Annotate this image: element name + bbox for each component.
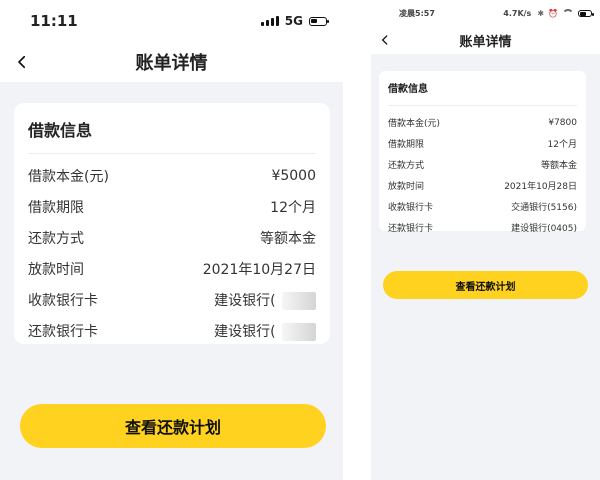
loan-info-card: 借款信息 借款本金(元) ¥5000 借款期限 12个月 还款方式 等额本金 放…: [14, 103, 330, 344]
row-label: 放款时间: [388, 182, 425, 192]
row-label: 借款本金(元): [28, 168, 109, 185]
row-value: 12个月: [547, 140, 577, 150]
back-chevron-svg: [382, 35, 388, 45]
divider: [388, 105, 577, 106]
status-icons: ✱ ⏰: [537, 8, 594, 18]
detail-row: 借款本金(元) ¥7800: [388, 112, 577, 133]
row-value: ¥7800: [548, 117, 577, 128]
redaction-mask: [282, 322, 316, 341]
row-value: 等额本金: [260, 230, 316, 247]
status-bar: 凌晨5:57 4.7K/s ✱ ⏰: [371, 0, 600, 26]
alarm-icon: ⏰: [548, 8, 558, 18]
row-value: 交通银行(5156): [511, 203, 577, 213]
row-label: 借款本金(元): [388, 119, 441, 129]
detail-row: 还款方式 等额本金: [28, 222, 316, 253]
detail-row: 放款时间 2021年10月28日: [388, 175, 577, 196]
view-repayment-plan-button[interactable]: 查看还款计划: [383, 271, 588, 299]
status-bar: 11:11 5G: [0, 0, 343, 42]
page-title: 账单详情: [135, 53, 208, 74]
row-value: 2021年10月28日: [504, 182, 577, 192]
nav-bar: 账单详情: [371, 26, 600, 54]
phone-screen-right: 凌晨5:57 4.7K/s ✱ ⏰ 账单详情 借款信息 借款本金(元) ¥780…: [371, 0, 600, 480]
row-value: 等额本金: [540, 161, 577, 171]
detail-row: 还款银行卡 建设银行(: [28, 315, 316, 346]
card-title: 借款信息: [28, 121, 93, 140]
status-time: 凌晨5:57: [399, 8, 435, 18]
status-right: 4.7K/s ✱ ⏰: [503, 8, 594, 18]
bluetooth-icon: ✱: [537, 8, 545, 18]
nav-bar: 账单详情: [0, 42, 343, 82]
row-value: ¥5000: [271, 167, 316, 184]
loan-info-card: 借款信息 借款本金(元) ¥7800 借款期限 12个月 还款方式 等额本金 放…: [379, 71, 586, 234]
battery-icon: [578, 9, 594, 17]
detail-row: 借款本金(元) ¥5000: [28, 160, 316, 191]
back-chevron-icon[interactable]: [377, 32, 393, 48]
row-value: 建设银行(: [214, 292, 276, 309]
card-title: 借款信息: [388, 84, 428, 95]
row-label: 收款银行卡: [28, 292, 98, 309]
page-title: 账单详情: [459, 34, 512, 50]
row-label: 还款方式: [388, 161, 425, 171]
gutter: [343, 0, 371, 480]
view-repayment-plan-button[interactable]: 查看还款计划: [20, 404, 326, 448]
detail-row: 收款银行卡 交通银行(5156): [388, 196, 577, 217]
row-value: 12个月: [270, 199, 316, 216]
back-chevron-svg: [18, 55, 26, 69]
status-right: 5G: [260, 14, 329, 28]
row-value: 2021年10月27日: [202, 261, 316, 278]
detail-row: 借款期限 12个月: [388, 133, 577, 154]
divider: [28, 153, 316, 154]
detail-row: 放款时间 2021年10月27日: [28, 253, 316, 284]
row-label: 借款期限: [28, 199, 84, 216]
detail-row: 收款银行卡 建设银行(: [28, 284, 316, 315]
battery-icon: [309, 16, 329, 26]
detail-row: 还款方式 等额本金: [388, 154, 577, 175]
row-label: 借款期限: [388, 140, 425, 150]
signal-icon: [260, 16, 279, 26]
redaction-mask: [282, 291, 316, 310]
wifi-icon: [562, 9, 574, 17]
row-value: 建设银行(0405): [511, 224, 577, 234]
detail-row: 还款银行卡 建设银行(0405): [388, 217, 577, 238]
detail-row: 借款期限 12个月: [28, 191, 316, 222]
network-speed: 4.7K/s: [503, 8, 532, 18]
screenshot-canvas: 11:11 5G 账单详情 借款信息 借款本金(元) ¥5000 借款期限 12…: [0, 0, 600, 480]
row-value: 建设银行(: [214, 323, 276, 340]
phone-screen-left: 11:11 5G 账单详情 借款信息 借款本金(元) ¥5000 借款期限 12…: [0, 0, 343, 480]
row-value-wrap: 建设银行(: [214, 321, 316, 341]
back-chevron-icon[interactable]: [12, 52, 32, 72]
network-label: 5G: [284, 14, 303, 28]
status-time: 11:11: [30, 12, 78, 30]
row-label: 收款银行卡: [388, 203, 434, 213]
row-label: 还款银行卡: [388, 224, 434, 234]
row-label: 还款银行卡: [28, 323, 98, 340]
row-label: 还款方式: [28, 230, 84, 247]
row-value-wrap: 建设银行(: [214, 290, 316, 310]
row-label: 放款时间: [28, 261, 84, 278]
